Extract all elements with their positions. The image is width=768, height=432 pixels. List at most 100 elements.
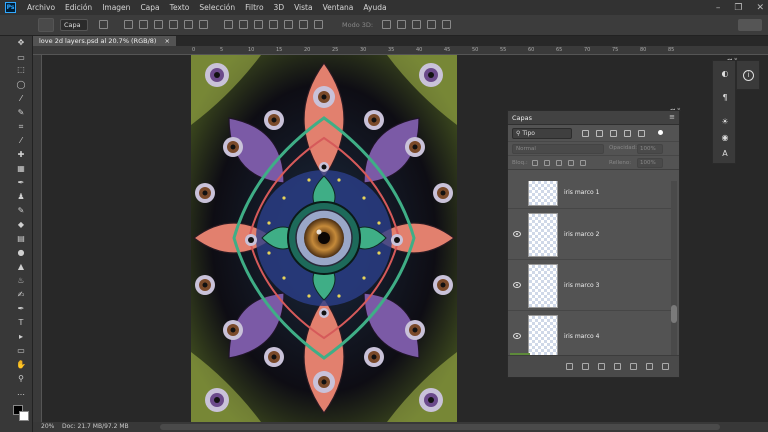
filter-toggle-icon[interactable] <box>658 130 663 135</box>
filter-kind-dropdown[interactable]: ⚲ Tipo <box>512 128 572 139</box>
delete-layer-icon[interactable] <box>662 363 669 370</box>
layer-row[interactable]: iris marco 1 <box>508 181 671 209</box>
filter-shape-icon[interactable] <box>624 130 631 137</box>
menu-edicion[interactable]: Edición <box>60 3 97 12</box>
move-tool-icon[interactable]: ✥ <box>15 38 27 48</box>
filter-type-icon[interactable] <box>610 130 617 137</box>
menu-filtro[interactable]: Filtro <box>240 3 268 12</box>
layer-filter-row: ⚲ Tipo <box>508 125 679 142</box>
dodge-tool-icon[interactable]: ♨ <box>15 276 27 286</box>
filter-adjustment-icon[interactable] <box>596 130 603 137</box>
layer-row[interactable]: iris marco 2 <box>508 210 671 260</box>
ruler-label: 65 <box>556 47 563 53</box>
align-icons[interactable] <box>121 19 211 31</box>
visibility-eye-icon[interactable] <box>513 231 521 237</box>
minimize-icon[interactable]: – <box>716 3 721 13</box>
zoom-tool-icon[interactable]: ⚲ <box>15 374 27 384</box>
menu-texto[interactable]: Texto <box>165 3 195 12</box>
sponge-tool-icon[interactable]: ✍ <box>15 290 27 300</box>
more-tools-icon[interactable]: … <box>15 388 27 398</box>
close-tab-icon[interactable]: × <box>165 37 170 45</box>
rectangle-tool-icon[interactable]: ▭ <box>15 346 27 356</box>
layers-scrollbar[interactable] <box>671 181 677 355</box>
add-mask-icon[interactable] <box>598 363 605 370</box>
maximize-icon[interactable]: ❐ <box>734 3 742 13</box>
3d-mode-icons[interactable] <box>379 19 454 31</box>
info-icon[interactable]: i <box>743 70 754 81</box>
layers-panel-title[interactable]: Capas <box>512 114 532 122</box>
eyedropper-tool-icon[interactable]: ⁄ <box>15 136 27 146</box>
character-settings-icon[interactable]: ☀ <box>720 117 730 127</box>
new-group-icon[interactable] <box>630 363 637 370</box>
lock-all-icon[interactable] <box>580 160 586 166</box>
layer-row[interactable]: iris marco 4 <box>508 312 671 355</box>
crop-tool-icon[interactable]: ⌗ <box>15 122 27 132</box>
gradient-tool-icon[interactable]: ▤ <box>15 234 27 244</box>
fill-field[interactable]: 100% <box>637 158 663 168</box>
auto-select-dropdown[interactable]: Capa <box>60 19 88 31</box>
lasso-tool-icon[interactable]: ◯ <box>15 80 27 90</box>
document-tab[interactable]: love 2d layers.psd al 20.7% (RGB/8) × <box>33 36 176 46</box>
panel-menu-icon[interactable]: ≡ <box>669 113 675 121</box>
lock-position-icon[interactable] <box>556 160 562 166</box>
horizontal-scrollbar[interactable] <box>160 424 720 430</box>
smudge-tool-icon[interactable]: ▲ <box>15 262 27 272</box>
workspace-switcher-icon[interactable] <box>738 19 762 31</box>
brush-tool-icon[interactable]: ✒ <box>15 178 27 188</box>
lock-artboard-icon[interactable] <box>568 160 574 166</box>
path-selection-tool-icon[interactable]: ▸ <box>15 332 27 342</box>
clone-stamp-tool-icon[interactable]: ♟ <box>15 192 27 202</box>
marquee-tool-icon[interactable]: ⬚ <box>15 65 27 75</box>
eraser-tool-icon[interactable]: ◆ <box>15 220 27 230</box>
character-icon[interactable]: A <box>720 149 730 159</box>
magic-wand-tool-icon[interactable]: ⁄ <box>15 94 27 104</box>
move-tool-preset-icon[interactable] <box>38 18 54 32</box>
adjustment-layer-icon[interactable] <box>614 363 621 370</box>
blend-mode-dropdown[interactable]: Normal <box>512 144 604 154</box>
menu-ayuda[interactable]: Ayuda <box>358 3 391 12</box>
zoom-level[interactable]: 20% <box>41 422 54 432</box>
document-size-info[interactable]: Doc: 21.7 MB/97.2 MB <box>62 422 129 432</box>
quick-selection-tool-icon[interactable]: ✎ <box>15 108 27 118</box>
menu-vista[interactable]: Vista <box>289 3 318 12</box>
layer-row[interactable]: iris marco 3 <box>508 261 671 311</box>
visibility-eye-icon[interactable] <box>513 282 521 288</box>
menu-capa[interactable]: Capa <box>135 3 164 12</box>
menu-imagen[interactable]: Imagen <box>97 3 135 12</box>
adjustments-icon[interactable]: ◐ <box>720 69 730 79</box>
paragraph-icon[interactable]: ¶ <box>720 93 730 103</box>
blur-tool-icon[interactable]: ● <box>15 248 27 258</box>
type-tool-icon[interactable]: T <box>15 318 27 328</box>
close-window-icon[interactable]: ✕ <box>756 3 764 13</box>
menu-archivo[interactable]: Archivo <box>22 3 60 12</box>
pen-tool-icon[interactable]: ✒ <box>15 304 27 314</box>
layer-name: iris marco 2 <box>564 231 600 238</box>
artboard-tool-icon[interactable]: ▭ <box>15 53 27 63</box>
link-layers-icon[interactable] <box>566 363 573 370</box>
distribute-icons[interactable] <box>221 19 326 31</box>
layers-panel: Capas ≡ ⚲ Tipo Normal Opacidad: 100% Blo… <box>507 110 680 378</box>
3d-icon[interactable]: ◉ <box>720 133 730 143</box>
lock-transparency-icon[interactable] <box>532 160 538 166</box>
history-brush-tool-icon[interactable]: ✎ <box>15 206 27 216</box>
menu-seleccion[interactable]: Selección <box>194 3 240 12</box>
menu-ventana[interactable]: Ventana <box>318 3 359 12</box>
mandala-artwork[interactable] <box>191 55 457 422</box>
layers-scroll-thumb[interactable] <box>671 305 677 323</box>
new-layer-icon[interactable] <box>646 363 653 370</box>
background-color-swatch[interactable] <box>19 411 29 421</box>
patch-tool-icon[interactable]: ▦ <box>15 164 27 174</box>
menu-3d[interactable]: 3D <box>269 3 290 12</box>
opacity-field[interactable]: 100% <box>637 144 663 154</box>
filter-smart-object-icon[interactable] <box>638 130 645 137</box>
menu-bar: Ps Archivo Edición Imagen Capa Texto Sel… <box>0 0 768 15</box>
hand-tool-icon[interactable]: ✋ <box>15 360 27 370</box>
horizontal-ruler: 0 5 10 15 20 25 30 35 40 45 50 55 60 65 … <box>33 46 768 55</box>
healing-brush-tool-icon[interactable]: ✚ <box>15 150 27 160</box>
visibility-eye-icon[interactable] <box>513 333 521 339</box>
filter-pixel-icon[interactable] <box>582 130 589 137</box>
layer-style-icon[interactable] <box>582 363 589 370</box>
lock-image-icon[interactable] <box>544 160 550 166</box>
blend-row: Normal Opacidad: 100% <box>508 142 679 156</box>
transform-controls-checkbox[interactable] <box>96 19 111 31</box>
